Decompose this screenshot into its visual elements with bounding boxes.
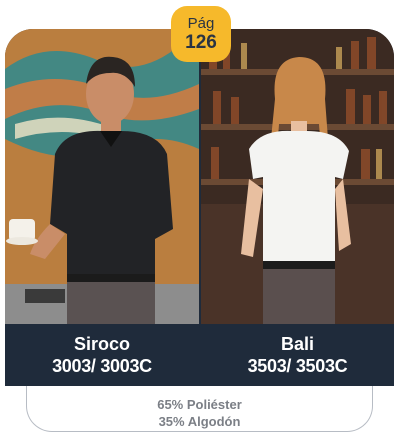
fabric-line-cotton: 35% Algodón	[158, 414, 241, 429]
bali-label: Bali 3503/ 3503C	[201, 324, 394, 386]
bali-shirt-photo	[201, 29, 394, 324]
siroco-label: Siroco 3003/ 3003C	[5, 324, 199, 386]
siroco-code: 3003/ 3003C	[52, 356, 152, 376]
fabric-composition: 65% Poliéster 35% Algodón	[0, 396, 399, 430]
page-badge: Pág 126	[171, 6, 231, 62]
fabric-line-polyester: 65% Poliéster	[157, 397, 242, 412]
product-card: Siroco 3003/ 3003C Bali 3503/ 3503C	[5, 29, 394, 386]
siroco-shirt-photo	[5, 29, 199, 324]
bali-code: 3503/ 3503C	[247, 356, 348, 376]
bali-name: Bali	[280, 334, 314, 354]
page-badge-label: Pág	[187, 14, 215, 32]
page-badge-number: 126	[185, 31, 217, 53]
siroco-name: Siroco	[73, 334, 130, 354]
